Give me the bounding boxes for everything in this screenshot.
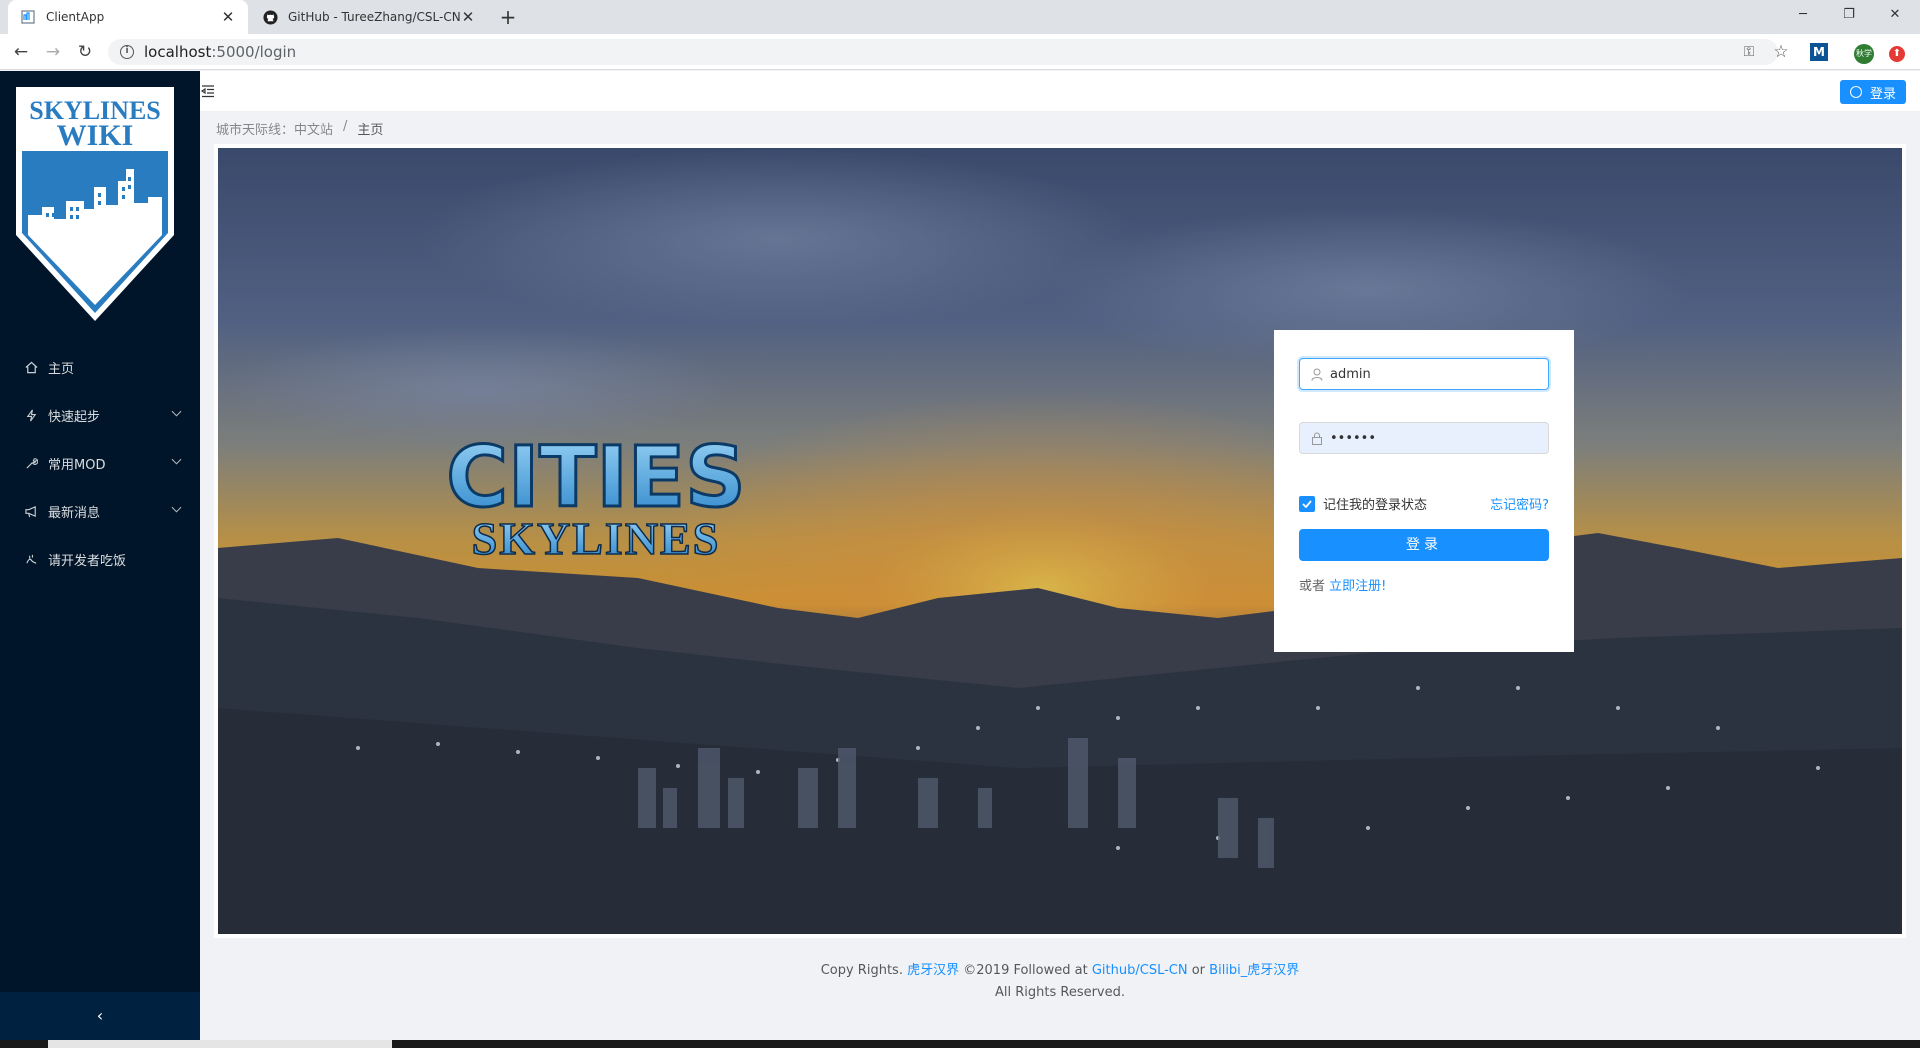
login-icon (1849, 86, 1862, 98)
remember-checkbox[interactable]: 记住我的登录状态 (1299, 494, 1427, 513)
tab-title: GitHub - TureeZhang/CSL-CN (288, 10, 460, 24)
svg-text:CITIES: CITIES (446, 428, 745, 526)
skylines-wiki-logo: SKYLINES WIKI (16, 87, 174, 321)
forward-icon[interactable]: → (41, 40, 65, 64)
breadcrumb-site[interactable]: 城市天际线：中文站 (216, 119, 333, 138)
footer-line-1: Copy Rights. 虎牙汉界 ©2019 Followed at Gith… (820, 963, 1300, 978)
chevron-down-icon (171, 454, 182, 465)
minimize-icon[interactable]: ─ (1780, 0, 1826, 30)
url-text: localhost:5000/login (144, 43, 297, 61)
breadcrumb: 城市天际线：中文站 / 主页 (216, 119, 383, 138)
chevron-down-icon (171, 502, 182, 513)
footer: Copy Rights. 虎牙汉界 ©2019 Followed at Gith… (200, 960, 1920, 1004)
tab-clientapp[interactable]: ClientApp ✕ (8, 0, 248, 34)
footer-line-2: All Rights Reserved. (994, 985, 1126, 1000)
sidebar-item-label: 最新消息 (48, 505, 101, 521)
wrench-icon (24, 456, 38, 470)
reload-icon[interactable]: ↻ (73, 40, 97, 64)
tab-github[interactable]: GitHub - TureeZhang/CSL-CN ✕ (250, 0, 488, 34)
register-row: 或者 立即注册! (1299, 575, 1549, 594)
header-login-label: 登录 (1869, 86, 1896, 102)
sidebar-item-donate[interactable]: 请开发者吃饭 (0, 535, 200, 583)
coffee-icon (24, 552, 38, 566)
sidebar-item-home[interactable]: 主页 (0, 343, 200, 391)
lock-icon (1310, 431, 1324, 445)
key-icon[interactable]: ⚿ (1738, 41, 1760, 63)
star-icon[interactable]: ☆ (1770, 41, 1792, 63)
browser-tabbar: ClientApp ✕ GitHub - TureeZhang/CSL-CN ✕… (0, 0, 1920, 34)
sidebar-menu: 主页 快速起步 常用MOD 最新消息 请开发者吃饭 (0, 343, 200, 583)
sidebar-item-label: 主页 (48, 361, 75, 377)
sidebar-item-quickstart[interactable]: 快速起步 (0, 391, 200, 439)
svg-text:SKYLINES: SKYLINES (472, 513, 721, 564)
taskbar-item[interactable] (48, 1040, 392, 1048)
maximize-icon[interactable]: ❐ (1826, 0, 1872, 30)
sidebar: SKYLINES WIKI 主页 快速起步 常用MOD 最新消息 请开发者吃饭 … (0, 71, 200, 1040)
browser-toolbar: ← → ↻ i localhost:5000/login ⚿ ☆ M 秋学 ⬆ (0, 34, 1920, 70)
user-icon (1310, 367, 1324, 381)
sidebar-item-label: 请开发者吃饭 (48, 553, 127, 569)
checkbox-checked-icon[interactable] (1299, 495, 1315, 512)
sidebar-item-mods[interactable]: 常用MOD (0, 439, 200, 487)
or-label: 或者 (1299, 579, 1326, 594)
chevron-down-icon (171, 406, 182, 417)
home-icon (24, 360, 38, 374)
github-icon (262, 9, 278, 25)
close-icon[interactable]: ✕ (460, 8, 476, 26)
password-field[interactable]: •••••• (1299, 422, 1549, 454)
header-login-button[interactable]: 登录 (1839, 80, 1906, 104)
info-icon[interactable]: i (120, 45, 134, 59)
svg-text:WIKI: WIKI (57, 119, 134, 152)
author-link[interactable]: 虎牙汉界 (907, 963, 959, 978)
github-link[interactable]: Github/CSL-CN (1092, 963, 1188, 978)
breadcrumb-separator: / (343, 119, 348, 134)
back-icon[interactable]: ← (9, 40, 33, 64)
forgot-password-link[interactable]: 忘记密码? (1490, 494, 1549, 513)
profile-avatar[interactable]: 秋学 (1853, 41, 1875, 64)
hero-banner: CITIES SKYLINES admin •••••• 记住我的登录状态 忘记… (218, 148, 1902, 934)
register-link[interactable]: 立即注册! (1329, 579, 1386, 594)
cities-skylines-logo: CITIES SKYLINES (445, 427, 747, 565)
bolt-icon (24, 408, 38, 422)
sidebar-collapse-button[interactable]: ‹ (0, 992, 200, 1040)
username-field[interactable]: admin (1299, 358, 1549, 390)
remember-row: 记住我的登录状态 忘记密码? (1299, 494, 1549, 513)
extension-red-icon[interactable]: ⬆ (1886, 41, 1908, 63)
login-card: admin •••••• 记住我的登录状态 忘记密码? 登录 或者 立即注册! (1274, 330, 1574, 652)
bilibili-link[interactable]: Bilibi_虎牙汉界 (1209, 963, 1299, 978)
sidebar-item-news[interactable]: 最新消息 (0, 487, 200, 535)
os-taskbar (0, 1040, 1920, 1048)
menu-fold-icon[interactable] (200, 83, 216, 99)
megaphone-icon (24, 504, 38, 518)
page-icon (20, 9, 36, 25)
new-tab-button[interactable]: + (496, 5, 520, 29)
extension-m-icon[interactable]: M (1808, 41, 1830, 63)
main-content: CITIES SKYLINES admin •••••• 记住我的登录状态 忘记… (214, 144, 1906, 938)
breadcrumb-current: 主页 (357, 123, 384, 138)
password-value: •••••• (1330, 430, 1377, 446)
window-close-icon[interactable]: ✕ (1872, 0, 1918, 30)
tab-title: ClientApp (46, 10, 105, 24)
remember-label: 记住我的登录状态 (1323, 498, 1428, 513)
username-value: admin (1330, 366, 1371, 382)
sidebar-item-label: 常用MOD (48, 457, 106, 473)
login-submit-button[interactable]: 登录 (1299, 529, 1549, 561)
address-bar[interactable]: i localhost:5000/login (108, 39, 1778, 65)
top-header: 登录 (200, 71, 1920, 111)
close-icon[interactable]: ✕ (220, 8, 236, 26)
chevron-left-icon: ‹ (96, 1006, 104, 1025)
sidebar-item-label: 快速起步 (48, 409, 101, 425)
